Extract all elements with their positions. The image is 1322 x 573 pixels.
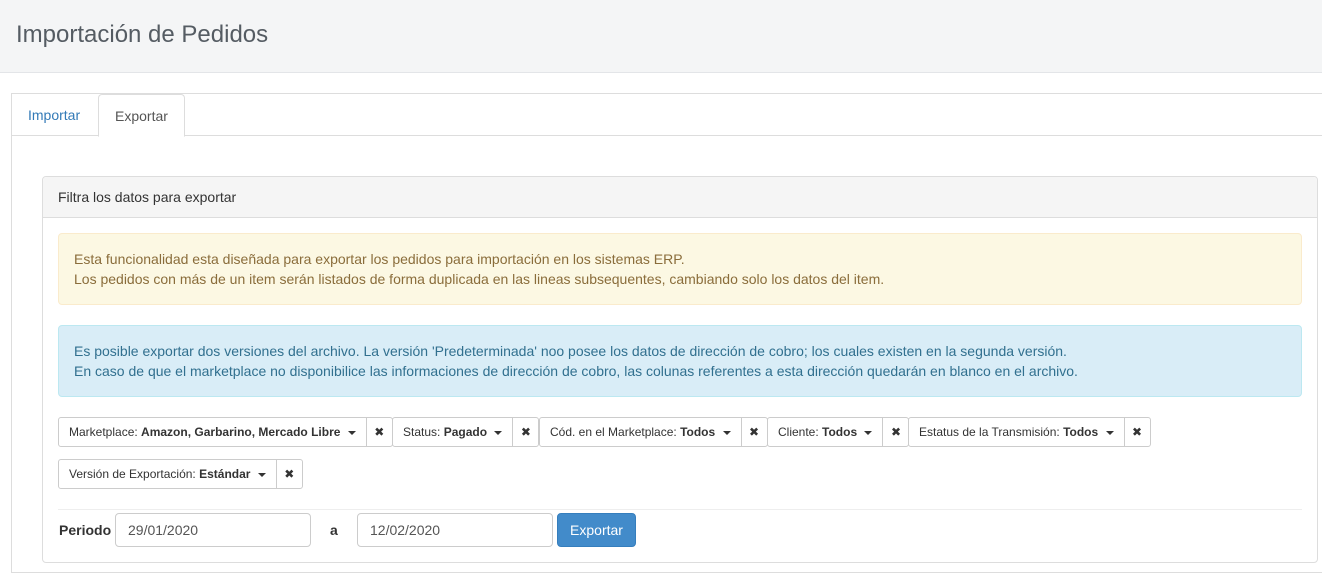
filter-value: Amazon, Garbarino, Mercado Libre xyxy=(141,425,341,439)
period-label: Periodo xyxy=(59,522,112,538)
period-separator: a xyxy=(330,522,338,538)
panel-heading: Filtra los datos para exportar xyxy=(43,177,1317,218)
filter-value: Todos xyxy=(822,425,858,439)
remove-filter-icon[interactable]: ✖ xyxy=(883,418,908,446)
caret-down-icon xyxy=(722,430,731,435)
tab-bar: Importar Exportar xyxy=(12,94,1322,137)
filter-value: Todos xyxy=(680,425,716,439)
remove-filter-icon[interactable]: ✖ xyxy=(1125,418,1150,446)
caret-down-icon xyxy=(257,472,266,477)
tab-importar[interactable]: Importar xyxy=(12,94,96,137)
filter-marketplace-code-dropdown[interactable]: Cód. en el Marketplace: Todos xyxy=(540,418,742,446)
filter-value: Estándar xyxy=(199,467,251,481)
filter-export-version-dropdown[interactable]: Versión de Exportación: Estándar xyxy=(59,460,277,488)
warning-line-2: Los pedidos con más de un item serán lis… xyxy=(74,271,885,287)
caret-down-icon xyxy=(864,430,873,435)
date-from-input[interactable] xyxy=(115,513,311,547)
tab-exportar[interactable]: Exportar xyxy=(98,94,185,137)
caret-down-icon xyxy=(1105,430,1114,435)
warning-line-1: Esta funcionalidad esta diseñada para ex… xyxy=(74,251,685,267)
filter-marketplace: Marketplace: Amazon, Garbarino, Mercado … xyxy=(58,417,393,447)
export-filter-panel: Filtra los datos para exportar Esta func… xyxy=(42,176,1318,563)
filter-value: Todos xyxy=(1063,425,1099,439)
filter-value: Pagado xyxy=(443,425,488,439)
remove-filter-icon[interactable]: ✖ xyxy=(367,418,392,446)
filter-label: Status: xyxy=(403,425,441,439)
filter-marketplace-dropdown[interactable]: Marketplace: Amazon, Garbarino, Mercado … xyxy=(59,418,367,446)
filter-cliente-dropdown[interactable]: Cliente: Todos xyxy=(768,418,884,446)
filter-label: Cliente: xyxy=(778,425,819,439)
remove-filter-icon[interactable]: ✖ xyxy=(277,460,302,488)
page-title: Importación de Pedidos xyxy=(16,21,269,48)
filter-label: Estatus de la Transmisión: xyxy=(919,425,1060,439)
filter-label: Cód. en el Marketplace: xyxy=(550,425,677,439)
filter-marketplace-code: Cód. en el Marketplace: Todos ✖ xyxy=(539,417,768,447)
caret-down-icon xyxy=(494,430,503,435)
warning-alert: Esta funcionalidad esta diseñada para ex… xyxy=(58,233,1302,305)
remove-filter-icon[interactable]: ✖ xyxy=(513,418,538,446)
page-header: Importación de Pedidos xyxy=(0,0,1322,73)
caret-down-icon xyxy=(347,430,356,435)
remove-filter-icon[interactable]: ✖ xyxy=(742,418,767,446)
filter-status: Status: Pagado ✖ xyxy=(392,417,540,447)
divider xyxy=(58,509,1302,510)
filter-status-dropdown[interactable]: Status: Pagado xyxy=(393,418,514,446)
info-line-1: Es posible exportar dos versiones del ar… xyxy=(74,343,1067,359)
filter-cliente: Cliente: Todos ✖ xyxy=(767,417,910,447)
export-button[interactable]: Exportar xyxy=(557,513,636,547)
date-to-input[interactable] xyxy=(357,513,553,547)
filter-export-version: Versión de Exportación: Estándar ✖ xyxy=(58,459,303,489)
filter-transmission-status-dropdown[interactable]: Estatus de la Transmisión: Todos xyxy=(909,418,1125,446)
info-line-2: En caso de que el marketplace no disponi… xyxy=(74,363,1078,379)
filter-transmission-status: Estatus de la Transmisión: Todos ✖ xyxy=(908,417,1151,447)
filter-label: Versión de Exportación: xyxy=(69,467,196,481)
info-alert: Es posible exportar dos versiones del ar… xyxy=(58,325,1302,397)
filter-label: Marketplace: xyxy=(69,425,138,439)
